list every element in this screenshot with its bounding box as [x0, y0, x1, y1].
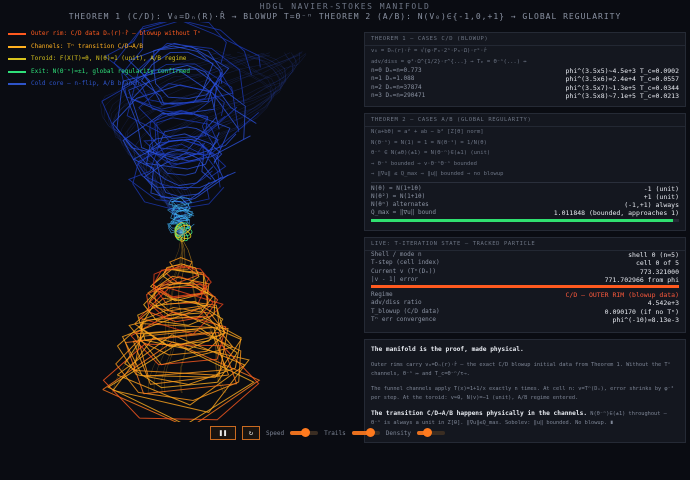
qmax-progress-fill — [371, 218, 673, 222]
toroid-core — [175, 226, 187, 238]
reset-icon: ↻ — [248, 429, 254, 437]
app-title: HDGL NAVIER-STOKES MANIFOLD — [259, 2, 431, 11]
theorem2-row: Q_max = ‖∇u‖ bound 1.011848 (bounded, app… — [371, 209, 679, 218]
theorem1-row: n=2 Dₙ=n=37874 phi^(3.5x7)~1.3e+5 T_c=0.0… — [371, 83, 679, 92]
legend-item: Outer rim: C/D data Dₙ(r)·r̂ — blowup wi… — [8, 28, 201, 41]
error-progress-fill — [371, 285, 679, 289]
trails-label: Trails — [324, 429, 346, 437]
legend-item: Toroid: F(X(T)=θ, N(θ)=1 (unit), A/B reg… — [8, 53, 201, 66]
live-state-row: Tⁿ err convergence phi^(-10)=8.13e-3 — [371, 316, 679, 325]
legend-swatch — [8, 33, 26, 36]
density-label: Density — [385, 429, 412, 437]
theorem1-note: v₀ = Dₙ(r)·r̂ = √(φ·Fₙ·2ⁿ·Pₙ·Ω)·rᵏ·r̂ — [371, 48, 487, 54]
theorem-subtitle: THEOREM 1 (C/D): V₀=Dₙ(R)·R̂ → BLOWUP T=… — [68, 12, 622, 21]
legend-item: Exit: N(Θ⁻ⁿ)=±1, global regularity confi… — [8, 66, 201, 79]
live-state-header: LIVE: T-ITERATION STATE — TRACKED PARTIC… — [365, 238, 685, 251]
live-state-row: Current v (Tⁿ(Dₙ)) 773.321000 — [371, 267, 679, 276]
theorem2-note: θ⁻ⁿ ∈ N(±θ)(±1) = N(Θ⁻ⁿ)∈(±1) (unit) — [371, 150, 491, 156]
explanation-title: The transition C/D→A/B happens physicall… — [371, 410, 588, 417]
live-state-row: adv/diss ratio 4.542e+3 — [371, 299, 679, 308]
theorem2-note: ⇒ Θ⁻ⁿ bounded ⇒ v·Θ⁻ⁿΘ⁻ⁿ bounded — [371, 160, 477, 167]
legend: Outer rim: C/D data Dₙ(r)·r̂ — blowup wi… — [8, 28, 201, 91]
qmax-progress-bar — [371, 218, 679, 222]
theorem2-row: N(θ²) = N(1+1θ) +1 (unit) — [371, 192, 679, 201]
legend-label: Exit: N(Θ⁻ⁿ)=±1, global regularity confi… — [31, 67, 190, 75]
live-state-row: Regime C/D — OUTER RIM (blowup data) — [371, 291, 679, 300]
theorem1-panel: THEOREM 1 — CASES C/D (BLOWUP) v₀ = Dₙ(r… — [364, 32, 686, 107]
live-state-row: T-step (cell index) cell 0 of 5 — [371, 259, 679, 268]
legend-label: Cold core — n-flip, A/B branch — [31, 80, 140, 87]
flow-trail — [133, 323, 229, 376]
reset-button[interactable]: ↻ — [242, 426, 260, 440]
legend-swatch — [8, 70, 26, 73]
divider — [371, 181, 679, 183]
legend-label: Channels: Tⁿ transition C/D→A/B — [31, 42, 143, 50]
legend-label: Outer rim: C/D data Dₙ(r)·r̂ — blowup wi… — [31, 30, 201, 37]
legend-swatch — [8, 58, 26, 61]
live-state-row: Shell / mode n shell 0 (n=5) — [371, 251, 679, 259]
theorem1-note: adv/diss = φ²·Ω^{1/2}·r^{...} → Tₑ = Θ⁻ⁿ… — [371, 58, 527, 65]
explanation-text: Outer rims carry v₀=Dₙ(r)·r̂ — the exact… — [371, 362, 671, 377]
density-slider-knob[interactable] — [422, 428, 432, 437]
live-state-row: T_blowup (C/D data) 0.090170 (if no Tⁿ) — [371, 307, 679, 316]
theorem2-note: N(Θ⁻ⁿ) = N(1) = 1 = N(Θ⁻¹) = 1/N(θ) — [371, 139, 487, 146]
explanation-title: The manifold is the proof, made physical… — [371, 346, 524, 353]
theorem1-row: n=0 Dₙ=n=0.773 phi^(3.5x5)~4.5e+3 T_c=0.0… — [371, 67, 679, 75]
theorem2-panel: THEOREM 2 — CASES A/B (GLOBAL REGULARITY… — [364, 113, 686, 231]
theorem2-note: N(a+bθ) = a² + ab − b² [Z[θ] norm] — [371, 129, 484, 135]
theorem1-row: n=1 Dₙ=1.088 phi^(3.5x6)=2.4e+4 T_c=0.055… — [371, 75, 679, 84]
theorem2-note: ⇒ ‖∇u‖ ≤ Q_max ⇒ ‖u‖ bounded ⇒ no blowup — [371, 171, 504, 177]
error-progress-bar — [371, 285, 679, 289]
density-slider[interactable] — [417, 428, 446, 437]
legend-swatch — [8, 45, 26, 48]
theorem2-row: N(θⁿ) alternates (-1,+1) always — [371, 201, 679, 210]
legend-label: Toroid: F(X(T)=θ, N(θ)=1 (unit), A/B reg… — [31, 55, 187, 62]
speed-label: Speed — [266, 429, 285, 437]
pause-button[interactable]: ❚❚ — [210, 426, 236, 440]
legend-item: Cold core — n-flip, A/B branch — [8, 78, 201, 91]
live-state-row: |v - 1| error 771.702966 from phi — [371, 275, 679, 284]
theorem1-header: THEOREM 1 — CASES C/D (BLOWUP) — [365, 33, 685, 46]
theorem1-row: n=3 Dₙ=n=290471 phi^(3.5x8)~7.1e+5 T_c=0.… — [371, 91, 679, 100]
legend-item: Channels: Tⁿ transition C/D→A/B — [8, 41, 201, 54]
legend-swatch — [8, 83, 26, 86]
trails-slider-knob[interactable] — [365, 428, 375, 437]
speed-slider[interactable] — [290, 428, 319, 437]
live-state-panel: LIVE: T-ITERATION STATE — TRACKED PARTIC… — [364, 237, 686, 333]
speed-slider-knob[interactable] — [301, 428, 311, 437]
theorem2-header: THEOREM 2 — CASES A/B (GLOBAL REGULARITY… — [365, 114, 685, 127]
trails-slider[interactable] — [351, 428, 380, 437]
theorem2-row: N(θ) = N(1+1θ) -1 (unit) — [371, 184, 679, 193]
controls-bar: ❚❚ ↻ Speed Trails Density — [210, 426, 446, 440]
explanation-text: The funnel channels apply T(x)=1+1/x exa… — [371, 386, 674, 401]
